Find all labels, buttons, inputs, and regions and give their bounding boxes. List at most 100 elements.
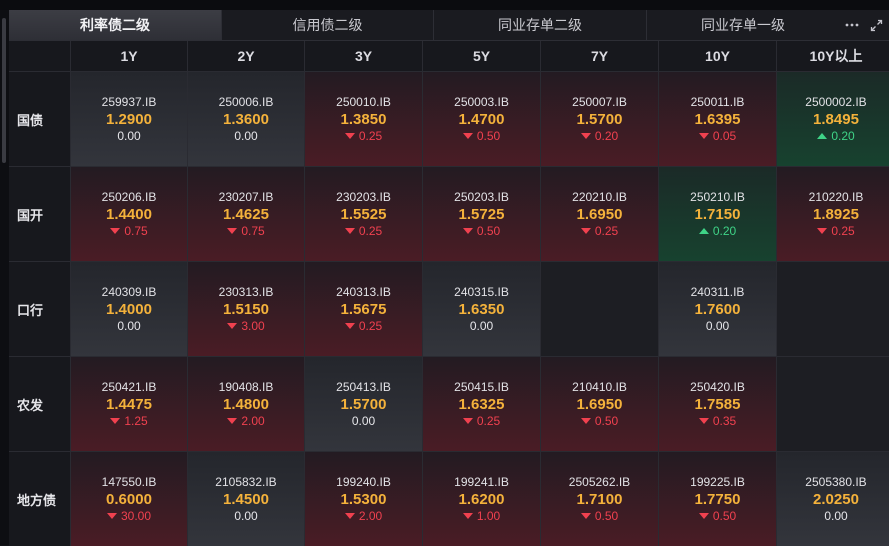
bond-code: 259937.IB — [101, 94, 157, 109]
yield-change: 0.25 — [344, 318, 383, 334]
bond-yield: 1.7100 — [576, 490, 623, 508]
bond-cell[interactable]: 250413.IB 1.5700 0.00 — [305, 357, 422, 451]
column-header: 7Y — [541, 41, 658, 71]
bond-cell[interactable]: 250010.IB 1.3850 0.25 — [305, 72, 422, 166]
yield-change-value: 0.00 — [234, 128, 258, 143]
up-arrow-icon — [817, 133, 828, 139]
bond-cell[interactable]: 190408.IB 1.4800 2.00 — [188, 357, 304, 451]
yield-change-value: 0.25 — [358, 318, 383, 333]
bond-yield: 1.4400 — [106, 205, 152, 223]
tab-rate-bond-secondary[interactable]: 利率债二级 — [9, 10, 222, 40]
bond-code: 250420.IB — [690, 379, 745, 394]
bond-cell[interactable]: 250006.IB 1.3600 0.00 — [188, 72, 304, 166]
yield-change-value: 2.00 — [358, 508, 383, 523]
down-arrow-icon — [110, 228, 121, 234]
yield-change-value: 0.00 — [117, 128, 141, 143]
yield-change-value: 0.20 — [594, 128, 619, 143]
bond-code: 199240.IB — [336, 474, 391, 489]
bond-cell[interactable]: 230207.IB 1.4625 0.75 — [188, 167, 304, 261]
bond-cell[interactable]: 2500002.IB 1.8495 0.20 — [777, 72, 889, 166]
yield-change-value: 0.25 — [831, 223, 855, 238]
yield-change-value: 0.05 — [712, 128, 737, 143]
bond-cell[interactable]: 199240.IB 1.5300 2.00 — [305, 452, 422, 546]
yield-change-value: 0.50 — [594, 508, 619, 523]
down-arrow-icon — [344, 513, 355, 519]
bond-cell[interactable]: 199241.IB 1.6200 1.00 — [423, 452, 540, 546]
down-arrow-icon — [580, 228, 591, 234]
bond-yield: 2.0250 — [813, 490, 859, 508]
bond-cell[interactable]: 230203.IB 1.5525 0.25 — [305, 167, 422, 261]
yield-change-value: 0.25 — [594, 223, 619, 238]
down-arrow-icon — [580, 513, 591, 519]
bond-cell[interactable]: 250011.IB 1.6395 0.05 — [659, 72, 776, 166]
bond-cell[interactable]: 240311.IB 1.7600 0.00 — [659, 262, 776, 356]
yield-change-value: 0.50 — [476, 128, 501, 143]
yield-change-value: 0.00 — [117, 318, 141, 333]
bond-yield: 1.4500 — [223, 490, 269, 508]
tab-ncd-primary[interactable]: 同业存单一级 — [647, 10, 839, 40]
expand-icon[interactable] — [867, 15, 887, 35]
bond-cell[interactable]: 2505262.IB 1.7100 0.50 — [541, 452, 658, 546]
down-arrow-icon — [227, 228, 238, 234]
bond-yield: 1.6950 — [576, 395, 623, 413]
down-arrow-icon — [462, 228, 473, 234]
bond-yield: 1.7150 — [694, 205, 741, 223]
yield-change-value: 0.50 — [476, 223, 501, 238]
bond-cell[interactable]: 210220.IB 1.8925 0.25 — [777, 167, 889, 261]
bond-code: 250010.IB — [336, 94, 391, 109]
yield-change-value: 1.25 — [124, 413, 148, 428]
bond-cell[interactable]: 240313.IB 1.5675 0.25 — [305, 262, 422, 356]
down-arrow-icon — [462, 133, 473, 139]
bond-code: 250203.IB — [454, 189, 509, 204]
bond-cell[interactable]: 2105832.IB 1.4500 0.00 — [188, 452, 304, 546]
yield-change: 30.00 — [106, 509, 151, 524]
bond-yield: 1.7600 — [694, 300, 741, 318]
tab-bar-actions — [839, 10, 889, 40]
yield-change: 0.50 — [462, 128, 501, 144]
down-arrow-icon — [344, 323, 355, 329]
column-header: 2Y — [188, 41, 304, 71]
yield-change-value: 0.00 — [234, 508, 258, 523]
bond-yield: 1.5300 — [340, 490, 387, 508]
more-icon[interactable] — [842, 15, 862, 35]
bond-cell[interactable]: 199225.IB 1.7750 0.50 — [659, 452, 776, 546]
down-arrow-icon — [344, 133, 355, 139]
bond-code: 240311.IB — [690, 284, 745, 299]
yield-change-value: 0.75 — [241, 223, 265, 238]
down-arrow-icon — [227, 418, 238, 424]
yield-change: 0.25 — [344, 129, 382, 144]
bond-code: 250415.IB — [454, 379, 509, 394]
bond-cell[interactable]: 250203.IB 1.5725 0.50 — [423, 167, 540, 261]
bond-code: 2105832.IB — [215, 474, 277, 489]
bond-cell[interactable]: 250210.IB 1.7150 0.20 — [659, 167, 776, 261]
column-header: 10Y以上 — [777, 41, 889, 71]
bond-cell[interactable]: 240309.IB 1.4000 0.00 — [71, 262, 187, 356]
scrollbar-thumb[interactable] — [2, 18, 6, 163]
bond-cell[interactable]: 250421.IB 1.4475 1.25 — [71, 357, 187, 451]
bond-cell[interactable]: 250007.IB 1.5700 0.20 — [541, 72, 658, 166]
empty-cell — [777, 357, 889, 451]
yield-change-value: 2.00 — [241, 413, 265, 428]
tab-ncd-secondary[interactable]: 同业存单二级 — [434, 10, 647, 40]
yield-change: 0.50 — [580, 508, 619, 524]
bond-cell[interactable]: 259937.IB 1.2900 0.00 — [71, 72, 187, 166]
column-header: 3Y — [305, 41, 422, 71]
bond-cell[interactable]: 210410.IB 1.6950 0.50 — [541, 357, 658, 451]
bond-cell[interactable]: 230313.IB 1.5150 3.00 — [188, 262, 304, 356]
bond-cell[interactable]: 220210.IB 1.6950 0.25 — [541, 167, 658, 261]
tab-credit-bond-secondary[interactable]: 信用债二级 — [222, 10, 434, 40]
bond-code: 2500002.IB — [805, 94, 867, 109]
bond-yield: 1.5150 — [223, 300, 269, 318]
bond-cell[interactable]: 250415.IB 1.6325 0.25 — [423, 357, 540, 451]
bond-yield: 1.4625 — [223, 205, 269, 223]
bond-cell[interactable]: 250003.IB 1.4700 0.50 — [423, 72, 540, 166]
bond-cell[interactable]: 250206.IB 1.4400 0.75 — [71, 167, 187, 261]
down-arrow-icon — [462, 513, 473, 519]
bond-cell[interactable]: 240315.IB 1.6350 0.00 — [423, 262, 540, 356]
bond-code: 210220.IB — [808, 189, 864, 204]
up-arrow-icon — [698, 228, 709, 234]
bond-cell[interactable]: 2505380.IB 2.0250 0.00 — [777, 452, 889, 546]
column-header: 5Y — [423, 41, 540, 71]
bond-cell[interactable]: 147550.IB 0.6000 30.00 — [71, 452, 187, 546]
bond-cell[interactable]: 250420.IB 1.7585 0.35 — [659, 357, 776, 451]
